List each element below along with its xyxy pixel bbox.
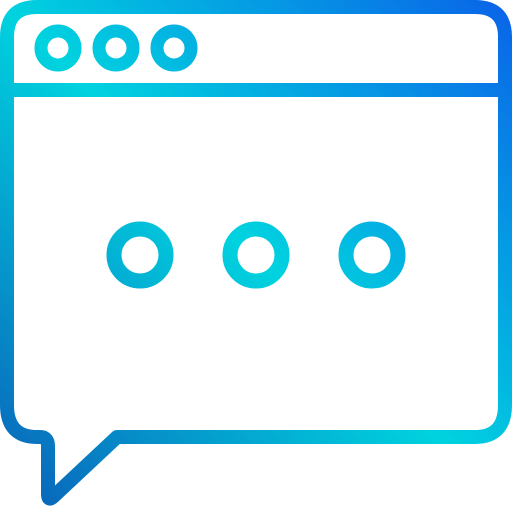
window-control-dot-icon bbox=[92, 24, 140, 72]
typing-dot-icon bbox=[338, 221, 406, 289]
window-frame-outline bbox=[0, 0, 512, 506]
typing-dot-icon bbox=[106, 221, 174, 289]
window-control-dot-icon bbox=[34, 24, 82, 72]
typing-dot-icon bbox=[222, 221, 290, 289]
browser-chat-bubble-icon bbox=[0, 0, 512, 506]
window-control-dot-icon bbox=[150, 24, 198, 72]
icon-canvas bbox=[0, 0, 512, 512]
